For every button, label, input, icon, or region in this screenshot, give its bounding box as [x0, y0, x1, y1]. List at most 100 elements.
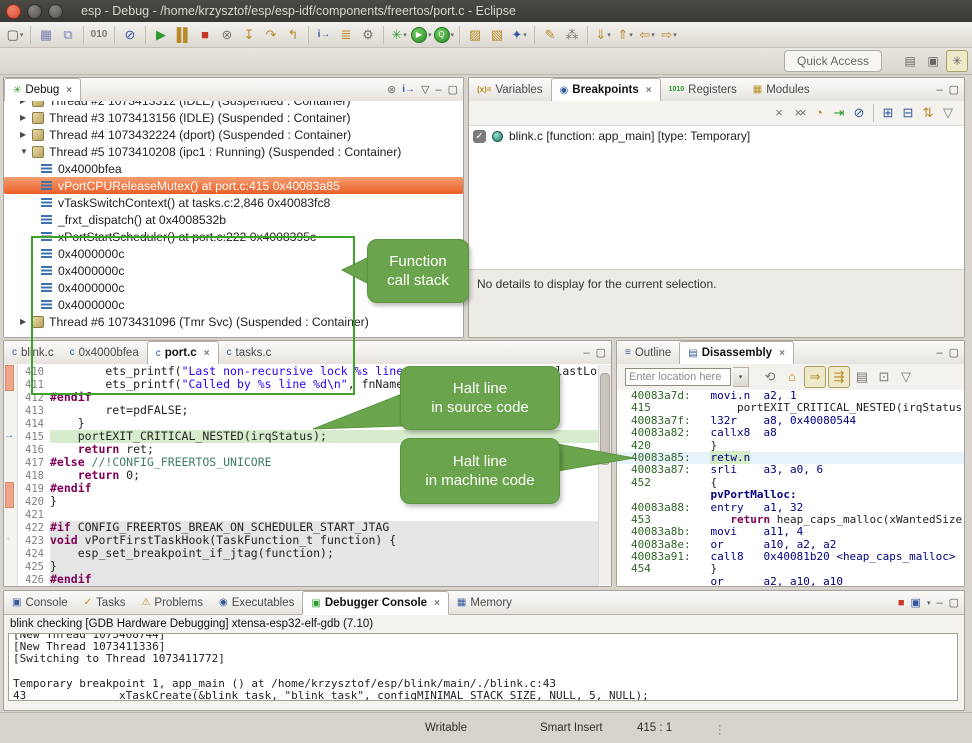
profile-icon[interactable]: Q▾ — [434, 25, 455, 45]
window-minimize-button[interactable] — [27, 4, 42, 19]
open-perspective-icon[interactable]: ▤ — [900, 51, 920, 71]
tab-problems[interactable]: ⚠ Problems — [133, 591, 211, 614]
view-menu-icon[interactable]: ▽ — [939, 104, 957, 122]
new-wizard-icon[interactable]: ▢▾ — [5, 25, 25, 45]
collapse-all-icon[interactable]: ⊟ — [899, 104, 917, 122]
debug-thread-row[interactable]: ▶Thread #4 1073432224 (dport) (Suspended… — [4, 126, 463, 143]
tab-0x4000bfea[interactable]: c 0x4000bfea — [62, 341, 147, 364]
stack-frame-row[interactable]: vTaskSwitchContext() at tasks.c:2,846 0x… — [4, 194, 463, 211]
twisty-icon[interactable]: ▶ — [20, 130, 32, 139]
editor-vertical-scrollbar[interactable] — [598, 365, 611, 585]
binary-icon[interactable]: 010 — [89, 25, 109, 45]
resume-icon[interactable]: ▶ — [151, 25, 171, 45]
debug-perspective-icon[interactable]: ✳ — [946, 50, 968, 72]
tab-disassembly[interactable]: ▤ Disassembly × — [679, 341, 794, 365]
stack-frame-row[interactable]: vPortCPUReleaseMutex() at port.c:415 0x4… — [4, 177, 463, 194]
back-icon[interactable]: ⇦▾ — [637, 25, 657, 45]
tab-executables[interactable]: ◉ Executables — [211, 591, 302, 614]
tab-memory[interactable]: ▦ Memory — [449, 591, 520, 614]
expand-all-icon[interactable]: ⊞ — [879, 104, 897, 122]
tab-outline[interactable]: ≡ Outline — [617, 341, 679, 364]
open-new-view-icon[interactable]: ▤ — [852, 367, 872, 387]
code-line[interactable]: 421 — [18, 508, 599, 521]
twisty-icon[interactable]: ▶ — [20, 113, 32, 122]
show-breakpoints-for-icon[interactable]: ◔ — [810, 104, 828, 122]
goto-file-for-breakpoint-icon[interactable]: ⇥ — [830, 104, 848, 122]
goto-last-position-icon[interactable]: ⇑▾ — [615, 25, 635, 45]
close-icon[interactable]: × — [646, 85, 652, 96]
pin-view-icon[interactable]: ⊡ — [874, 367, 894, 387]
code-line[interactable]: 422#if CONFIG_FREERTOS_BREAK_ON_SCHEDULE… — [18, 521, 599, 534]
tab-modules[interactable]: ▦ Modules — [745, 78, 818, 101]
stack-frame-row[interactable]: _frxt_dispatch() at 0x4008532b — [4, 211, 463, 228]
close-icon[interactable]: × — [66, 85, 72, 96]
scrollbar-thumb[interactable] — [600, 373, 610, 465]
debug-thread-row[interactable]: ▶Thread #2 1073413312 (IDLE) (Suspended … — [4, 101, 463, 109]
twisty-icon[interactable]: ▶ — [20, 101, 32, 105]
save-icon[interactable]: ▦ — [36, 25, 56, 45]
quick-access-button[interactable]: Quick Access — [784, 50, 882, 72]
cpp-perspective-icon[interactable]: ▣ — [923, 51, 943, 71]
debug-icon[interactable]: ✳▾ — [389, 25, 409, 45]
close-icon[interactable]: × — [779, 348, 785, 359]
location-combo-arrow-icon[interactable]: ▾ — [733, 367, 749, 387]
remove-terminated-icon[interactable]: ⊗ — [387, 83, 396, 96]
twisty-icon[interactable]: ▶ — [20, 317, 32, 326]
code-line[interactable]: 425} — [18, 560, 599, 573]
tab-console[interactable]: ▣ Console — [4, 591, 76, 614]
debug-thread-row[interactable]: ▶Thread #3 1073413156 (IDLE) (Suspended … — [4, 109, 463, 126]
suspend-icon[interactable]: ▌▌ — [173, 25, 193, 45]
trace-control-icon[interactable]: ⚙ — [358, 25, 378, 45]
maximize-icon[interactable]: ▢ — [949, 596, 959, 609]
close-icon[interactable]: × — [434, 598, 440, 609]
code-line[interactable]: 423void vPortFirstTaskHook(TaskFunction_… — [18, 534, 599, 547]
tab-tasks[interactable]: ✓ Tasks — [76, 591, 134, 614]
remove-breakpoint-icon[interactable]: × — [770, 104, 788, 122]
tab-blink-c[interactable]: c blink.c — [4, 341, 62, 364]
maximize-icon[interactable]: ▢ — [949, 83, 959, 96]
debug-thread-row[interactable]: ▶Thread #6 1073431096 (Tmr Svc) (Suspend… — [4, 313, 463, 330]
display-selected-console-icon[interactable]: ▣ — [911, 596, 921, 609]
link-with-debug-view-icon[interactable]: ⇅ — [919, 104, 937, 122]
minimize-icon[interactable]: ‒ — [936, 597, 942, 609]
forward-icon[interactable]: ⇨▾ — [659, 25, 679, 45]
stack-frame-row[interactable]: 0x4000bfea — [4, 160, 463, 177]
window-close-button[interactable] — [6, 4, 21, 19]
show-source-icon[interactable]: ⇒ — [804, 366, 826, 388]
minimize-icon[interactable]: ‒ — [936, 84, 942, 96]
minimize-icon[interactable]: ‒ — [583, 347, 589, 359]
breakpoint-list-item[interactable]: ✓ blink.c [function: app_main] [type: Te… — [473, 129, 750, 143]
maximize-icon[interactable]: ▢ — [596, 346, 606, 359]
home-icon[interactable]: ⌂ — [782, 367, 802, 387]
minimize-icon[interactable]: ‒ — [936, 347, 942, 359]
tab-breakpoints[interactable]: ◉ Breakpoints × — [551, 78, 661, 102]
sync-with-active-frame-icon[interactable]: ⇶ — [828, 366, 850, 388]
terminate-icon[interactable]: ■ — [898, 597, 905, 609]
view-menu-icon[interactable]: ▽ — [896, 367, 916, 387]
annotations-icon[interactable]: ⁂ — [562, 25, 582, 45]
debug-thread-row[interactable]: ▼Thread #5 1073410208 (ipc1 : Running) (… — [4, 143, 463, 160]
terminate-icon[interactable]: ■ — [195, 25, 215, 45]
last-edit-location-icon[interactable]: ⇓▾ — [593, 25, 613, 45]
step-into-icon[interactable]: ↧ — [239, 25, 259, 45]
annotation-ruler[interactable]: → ◦ — [4, 364, 18, 586]
disconnect-icon[interactable]: ⊗ — [217, 25, 237, 45]
tab-registers[interactable]: 1010 Registers — [661, 78, 745, 101]
disassembly-lines[interactable]: 40083a7d: movi.n a2, 1415 portEXIT_CRITI… — [617, 390, 964, 586]
twisty-icon[interactable]: ▼ — [20, 147, 32, 156]
minimize-icon[interactable]: ‒ — [435, 84, 441, 96]
tab-debugger-console[interactable]: ▣ Debugger Console × — [302, 591, 449, 615]
open-element-icon[interactable]: ▨ — [465, 25, 485, 45]
refresh-icon[interactable]: ⟲ — [760, 367, 780, 387]
show-debug-columns-icon[interactable]: ≣ — [336, 25, 356, 45]
view-menu-icon[interactable]: ▽ — [421, 83, 429, 96]
skip-all-breakpoints-icon[interactable]: ⊘ — [850, 104, 868, 122]
step-over-icon[interactable]: ↷ — [261, 25, 281, 45]
step-return-icon[interactable]: ↰ — [283, 25, 303, 45]
disassembly-line[interactable]: or a2, a10, a10 — [617, 576, 964, 586]
tab-variables[interactable]: (x)= Variables — [469, 78, 551, 101]
code-line[interactable]: 424 esp_set_breakpoint_if_jtag(function)… — [18, 547, 599, 560]
search-icon[interactable]: ✦▾ — [509, 25, 529, 45]
breakpoint-checkbox[interactable]: ✓ — [473, 130, 486, 143]
tab-tasks-c[interactable]: c tasks.c — [219, 341, 280, 364]
